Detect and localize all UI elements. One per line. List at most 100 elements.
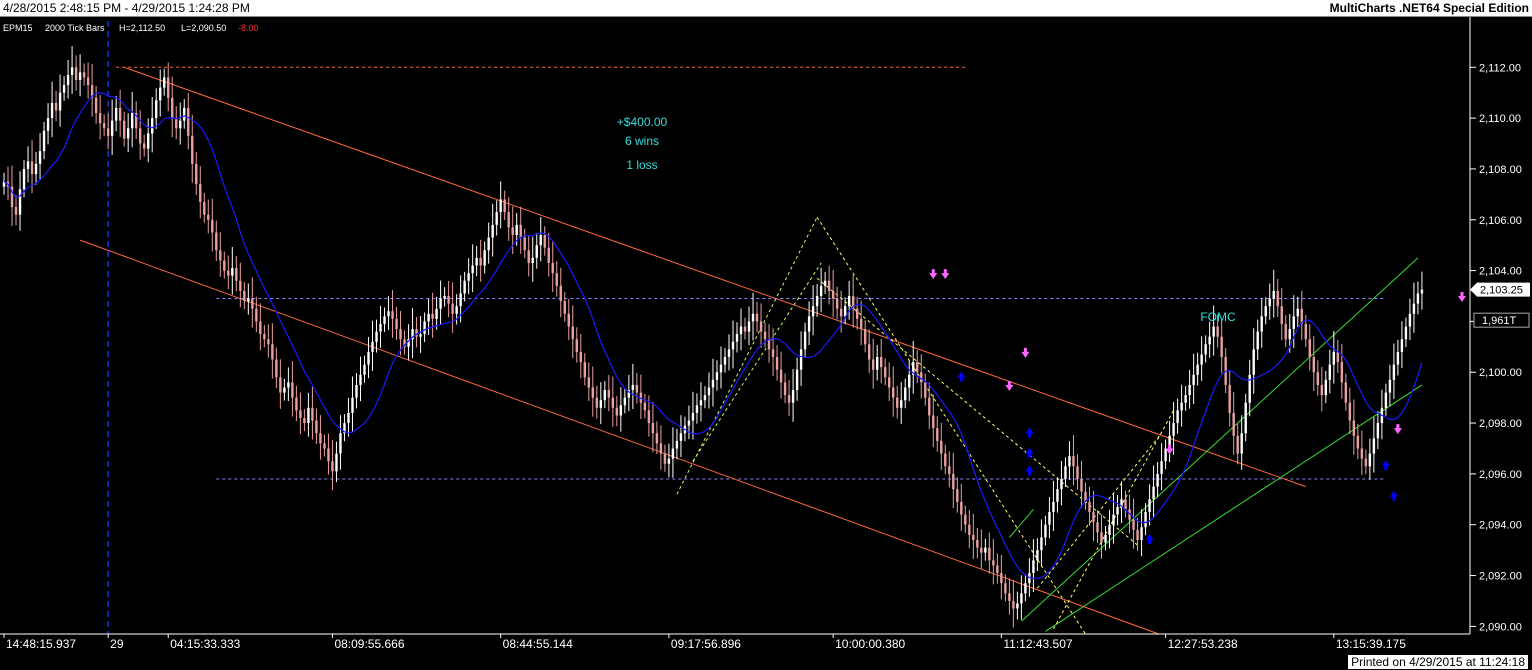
candle-body (1368, 453, 1372, 467)
sell-arrow (1021, 347, 1030, 358)
buy-arrow (1389, 490, 1398, 501)
candle (567, 298, 570, 340)
candle-body (215, 232, 218, 251)
candle-body (888, 377, 891, 388)
candle-body (1328, 364, 1332, 380)
candle-body (267, 339, 270, 345)
candle (1320, 366, 1324, 412)
candle (1140, 509, 1143, 557)
candle (1072, 435, 1075, 486)
candle (415, 317, 418, 348)
candle-body (972, 534, 975, 540)
candle-body (443, 296, 446, 299)
candle-body (567, 313, 570, 327)
candle-body (1208, 336, 1211, 345)
candle (1220, 318, 1223, 374)
candle (1076, 454, 1079, 490)
symbol-header: EPM15 2000 Tick Bars H=2,112.50 L=2,090.… (3, 23, 259, 33)
candle-body (835, 298, 839, 309)
candle-body (731, 341, 735, 350)
candle-body (1332, 351, 1336, 365)
title-bar: 4/28/2015 2:48:15 PM - 4/29/2015 1:24:28… (0, 0, 1532, 17)
candle-body (463, 280, 466, 294)
fan-line-6 (1037, 432, 1162, 589)
candle (1020, 575, 1023, 620)
candle (623, 388, 627, 414)
candle (932, 394, 935, 448)
candle (1312, 335, 1315, 392)
candle-body (843, 306, 847, 317)
change-label: -8.00 (238, 23, 259, 33)
candle (519, 206, 522, 254)
candle (1100, 514, 1103, 559)
candle-body (1396, 351, 1400, 365)
candle-body (1308, 339, 1311, 357)
candle-body (1228, 384, 1231, 413)
candle-body (715, 372, 719, 380)
candle (1284, 315, 1287, 348)
candle-body (239, 280, 242, 291)
candle (223, 251, 226, 279)
candle (715, 360, 719, 391)
candle-body (62, 85, 66, 93)
candle-body (247, 298, 250, 302)
candle (960, 483, 963, 531)
candle-body (623, 397, 627, 406)
candle-body (335, 453, 338, 472)
candle (743, 317, 747, 340)
candle-body (1232, 412, 1235, 436)
candle-body (988, 547, 991, 561)
low-label: L=2,090.50 (181, 23, 226, 33)
candle (711, 358, 715, 407)
candle-body (1260, 316, 1263, 332)
candle (1152, 465, 1155, 519)
candle-body (779, 369, 783, 383)
candle (239, 262, 242, 308)
symbol-label: EPM15 (3, 23, 33, 33)
candle-body (1132, 519, 1135, 530)
candle (271, 323, 274, 379)
candle-body (102, 123, 106, 129)
candle-body (1364, 458, 1368, 467)
candle-body (1320, 384, 1324, 396)
candle (884, 358, 887, 386)
candle-body (50, 102, 54, 119)
candle (948, 451, 951, 488)
candle (723, 348, 727, 373)
candle (695, 393, 699, 424)
candle (118, 89, 122, 137)
candle-body (539, 235, 542, 246)
candle-body (395, 318, 398, 330)
candle (259, 303, 262, 351)
candle-body (599, 400, 603, 408)
candle (763, 322, 767, 348)
candle-body (243, 290, 246, 302)
candle-body (751, 313, 755, 322)
candle-body (138, 128, 142, 144)
candle-body (823, 280, 827, 286)
candle (920, 354, 923, 399)
y-tick-label: 2,100.00 (1479, 367, 1522, 379)
price-chart[interactable]: 2,112.00 2,110.00 2,108.00 2,106.00 2,104.00… (0, 17, 1532, 670)
candle (896, 385, 899, 419)
candle (691, 391, 695, 440)
candle (42, 121, 46, 160)
candle (371, 320, 374, 371)
candle-body (315, 420, 318, 434)
candle (114, 96, 118, 132)
candle-body (355, 384, 358, 398)
x-tick-label: 10:00:00.380 (835, 637, 905, 651)
y-tick-label: 2,108.00 (1479, 164, 1522, 176)
candle (1324, 370, 1328, 404)
candle (1208, 321, 1211, 358)
candle-body (1204, 344, 1207, 355)
candle-body (399, 329, 402, 340)
candle (952, 452, 955, 509)
candle-body (118, 107, 122, 121)
candle (142, 134, 146, 157)
candle-body (1236, 435, 1239, 454)
candle-body (175, 118, 178, 129)
candle (70, 46, 74, 94)
candle-body (1136, 529, 1139, 540)
candle (924, 373, 927, 406)
